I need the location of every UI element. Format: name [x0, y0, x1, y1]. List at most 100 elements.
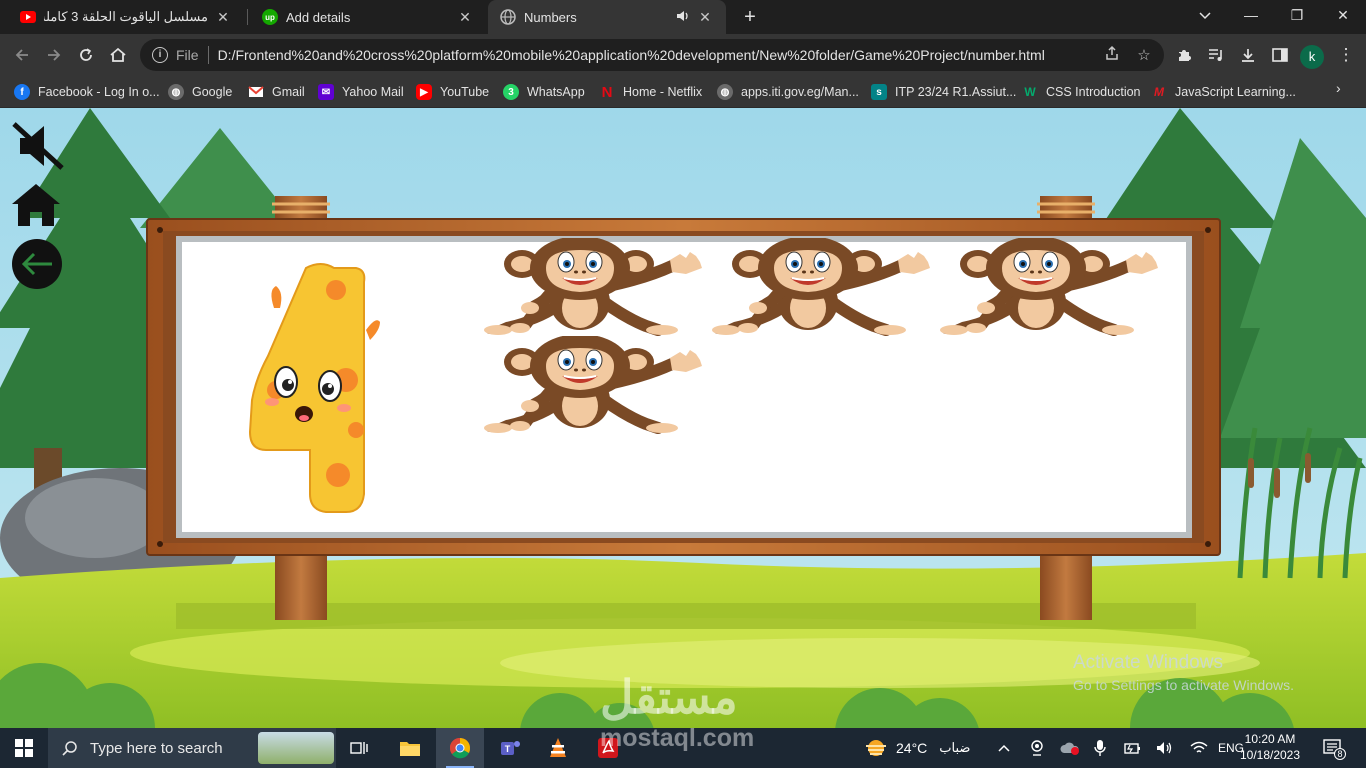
bookmark-label: Yahoo Mail	[342, 85, 404, 99]
close-icon[interactable]: ✕	[696, 9, 714, 26]
gmail-icon	[248, 84, 264, 100]
windows-taskbar: Type here to search T mostaql.com 24°C ض…	[0, 724, 1366, 768]
tab-add-details[interactable]: up Add details ✕	[250, 0, 486, 34]
tab-strip: مسلسل الياقوت الحلقة 3 كاملة مترجمة ✕ up…	[0, 0, 1366, 34]
bookmark-label: Home - Netflix	[623, 85, 703, 99]
bookmark-css[interactable]: W CSS Introduction	[1022, 82, 1141, 102]
reload-icon[interactable]	[74, 43, 98, 67]
side-panel-icon[interactable]	[1268, 43, 1292, 67]
bookmark-iti[interactable]: ◍ apps.iti.gov.eg/Man...	[717, 82, 859, 102]
bookmark-label: CSS Introduction	[1046, 85, 1141, 99]
netflix-icon: N	[601, 83, 613, 101]
svg-text:T: T	[505, 744, 511, 754]
webcam-icon[interactable]	[1030, 728, 1044, 768]
mute-button[interactable]	[10, 120, 66, 172]
monkey[interactable]	[704, 236, 936, 347]
vlc-icon[interactable]	[534, 728, 582, 768]
close-icon[interactable]: ✕	[214, 9, 232, 26]
bookmark-javascript[interactable]: M JavaScript Learning...	[1151, 82, 1296, 102]
tab-divider	[247, 9, 248, 25]
bookmark-netflix[interactable]: N Home - Netflix	[599, 82, 703, 102]
close-window-button[interactable]: ✕	[1320, 0, 1366, 30]
monkey[interactable]	[476, 334, 708, 445]
tab-numbers[interactable]: Numbers ✕	[488, 0, 726, 34]
forward-arrow-icon[interactable]	[42, 43, 66, 67]
bookmark-label: YouTube	[440, 85, 490, 99]
tab-youtube[interactable]: مسلسل الياقوت الحلقة 3 كاملة مترجمة ✕	[8, 0, 244, 34]
clock-date: 10/18/2023	[1239, 748, 1301, 762]
info-icon[interactable]: i	[152, 47, 168, 63]
bookmark-yahoo[interactable]: ✉ Yahoo Mail	[318, 82, 404, 102]
divider	[207, 46, 209, 64]
search-highlight-image	[258, 732, 334, 764]
weather-widget[interactable]: 24°C ضباب	[864, 728, 970, 768]
globe-icon: ◍	[168, 84, 184, 100]
teams-icon[interactable]: T	[486, 728, 534, 768]
bookmark-facebook[interactable]: f Facebook - Log In o...	[14, 82, 160, 102]
close-icon[interactable]: ✕	[456, 9, 474, 26]
restore-button[interactable]: ❐	[1274, 0, 1320, 30]
url-text[interactable]: D:/Frontend%20and%20cross%20platform%20m…	[218, 47, 1100, 63]
url-scheme: File	[176, 47, 199, 63]
bookmark-label: JavaScript Learning...	[1175, 85, 1296, 99]
address-bar[interactable]: i File D:/Frontend%20and%20cross%20platf…	[140, 39, 1164, 71]
file-explorer-icon[interactable]	[386, 728, 434, 768]
back-arrow-icon	[12, 239, 62, 289]
bookmark-google[interactable]: ◍ Google	[168, 82, 232, 102]
tab-title: Numbers	[524, 9, 577, 25]
bookmark-label: Google	[192, 85, 233, 99]
notifications-icon[interactable]: 8	[1322, 728, 1346, 768]
bookmark-whatsapp[interactable]: 3 WhatsApp	[503, 82, 585, 102]
notification-count: 8	[1334, 748, 1346, 760]
tab-title: مسلسل الياقوت الحلقة 3 كاملة مترجمة	[44, 9, 208, 24]
star-icon[interactable]: ☆	[1132, 46, 1156, 64]
avatar[interactable]: k	[1300, 45, 1324, 69]
chrome-icon[interactable]	[436, 728, 484, 768]
bookmark-gmail[interactable]: Gmail	[248, 82, 305, 102]
clock[interactable]: 10:20 AM 10/18/2023	[1238, 731, 1302, 763]
minimize-button[interactable]: —	[1228, 0, 1274, 30]
task-view-icon[interactable]	[336, 728, 384, 768]
bookmark-icon: M	[1154, 85, 1164, 99]
home-icon	[12, 184, 60, 226]
sharepoint-icon: s	[871, 84, 887, 100]
wifi-icon[interactable]	[1190, 728, 1208, 768]
microphone-icon[interactable]	[1094, 728, 1106, 768]
back-arrow-icon[interactable]	[10, 43, 34, 67]
bookmark-youtube[interactable]: ▶ YouTube	[416, 82, 489, 102]
home-icon[interactable]	[106, 43, 130, 67]
weather-description: ضباب	[939, 740, 971, 755]
windows-start-icon[interactable]	[0, 728, 48, 768]
download-icon[interactable]	[1236, 43, 1260, 67]
battery-icon[interactable]	[1124, 728, 1142, 768]
onedrive-icon[interactable]	[1060, 728, 1080, 768]
volume-icon[interactable]	[1156, 728, 1174, 768]
new-tab-button[interactable]: +	[738, 5, 762, 29]
tab-title: Add details	[286, 9, 351, 25]
clock-time: 10:20 AM	[1244, 732, 1296, 746]
more-bookmarks-icon[interactable]: ›	[1336, 80, 1341, 96]
media-control-icon[interactable]	[1204, 43, 1228, 67]
bookmark-label: WhatsApp	[527, 85, 585, 99]
bookmark-label: apps.iti.gov.eg/Man...	[741, 85, 859, 99]
yahoo-icon: ✉	[318, 84, 334, 100]
globe-icon: ◍	[717, 84, 733, 100]
speaker-muted-icon	[12, 122, 64, 170]
share-icon[interactable]	[1100, 45, 1124, 65]
show-hidden-icons[interactable]	[998, 728, 1010, 768]
menu-icon[interactable]: ⋮	[1334, 43, 1358, 67]
browser-toolbar: i File D:/Frontend%20and%20cross%20platf…	[0, 34, 1366, 76]
bookmark-label: Facebook - Log In o...	[38, 85, 160, 99]
globe-icon	[500, 9, 516, 25]
monkey[interactable]	[932, 236, 1164, 347]
home-button[interactable]	[10, 182, 62, 228]
tab-search-icon[interactable]	[1182, 0, 1228, 30]
taskbar-search[interactable]: Type here to search	[48, 728, 336, 768]
bookmark-itp[interactable]: s ITP 23/24 R1.Assiut...	[871, 82, 1016, 102]
bookmark-label: Gmail	[272, 85, 305, 99]
speaker-icon[interactable]	[676, 10, 690, 25]
number-four-character[interactable]	[246, 260, 386, 516]
back-button[interactable]	[10, 238, 66, 290]
monkey[interactable]	[476, 236, 708, 347]
extensions-icon[interactable]	[1172, 43, 1196, 67]
